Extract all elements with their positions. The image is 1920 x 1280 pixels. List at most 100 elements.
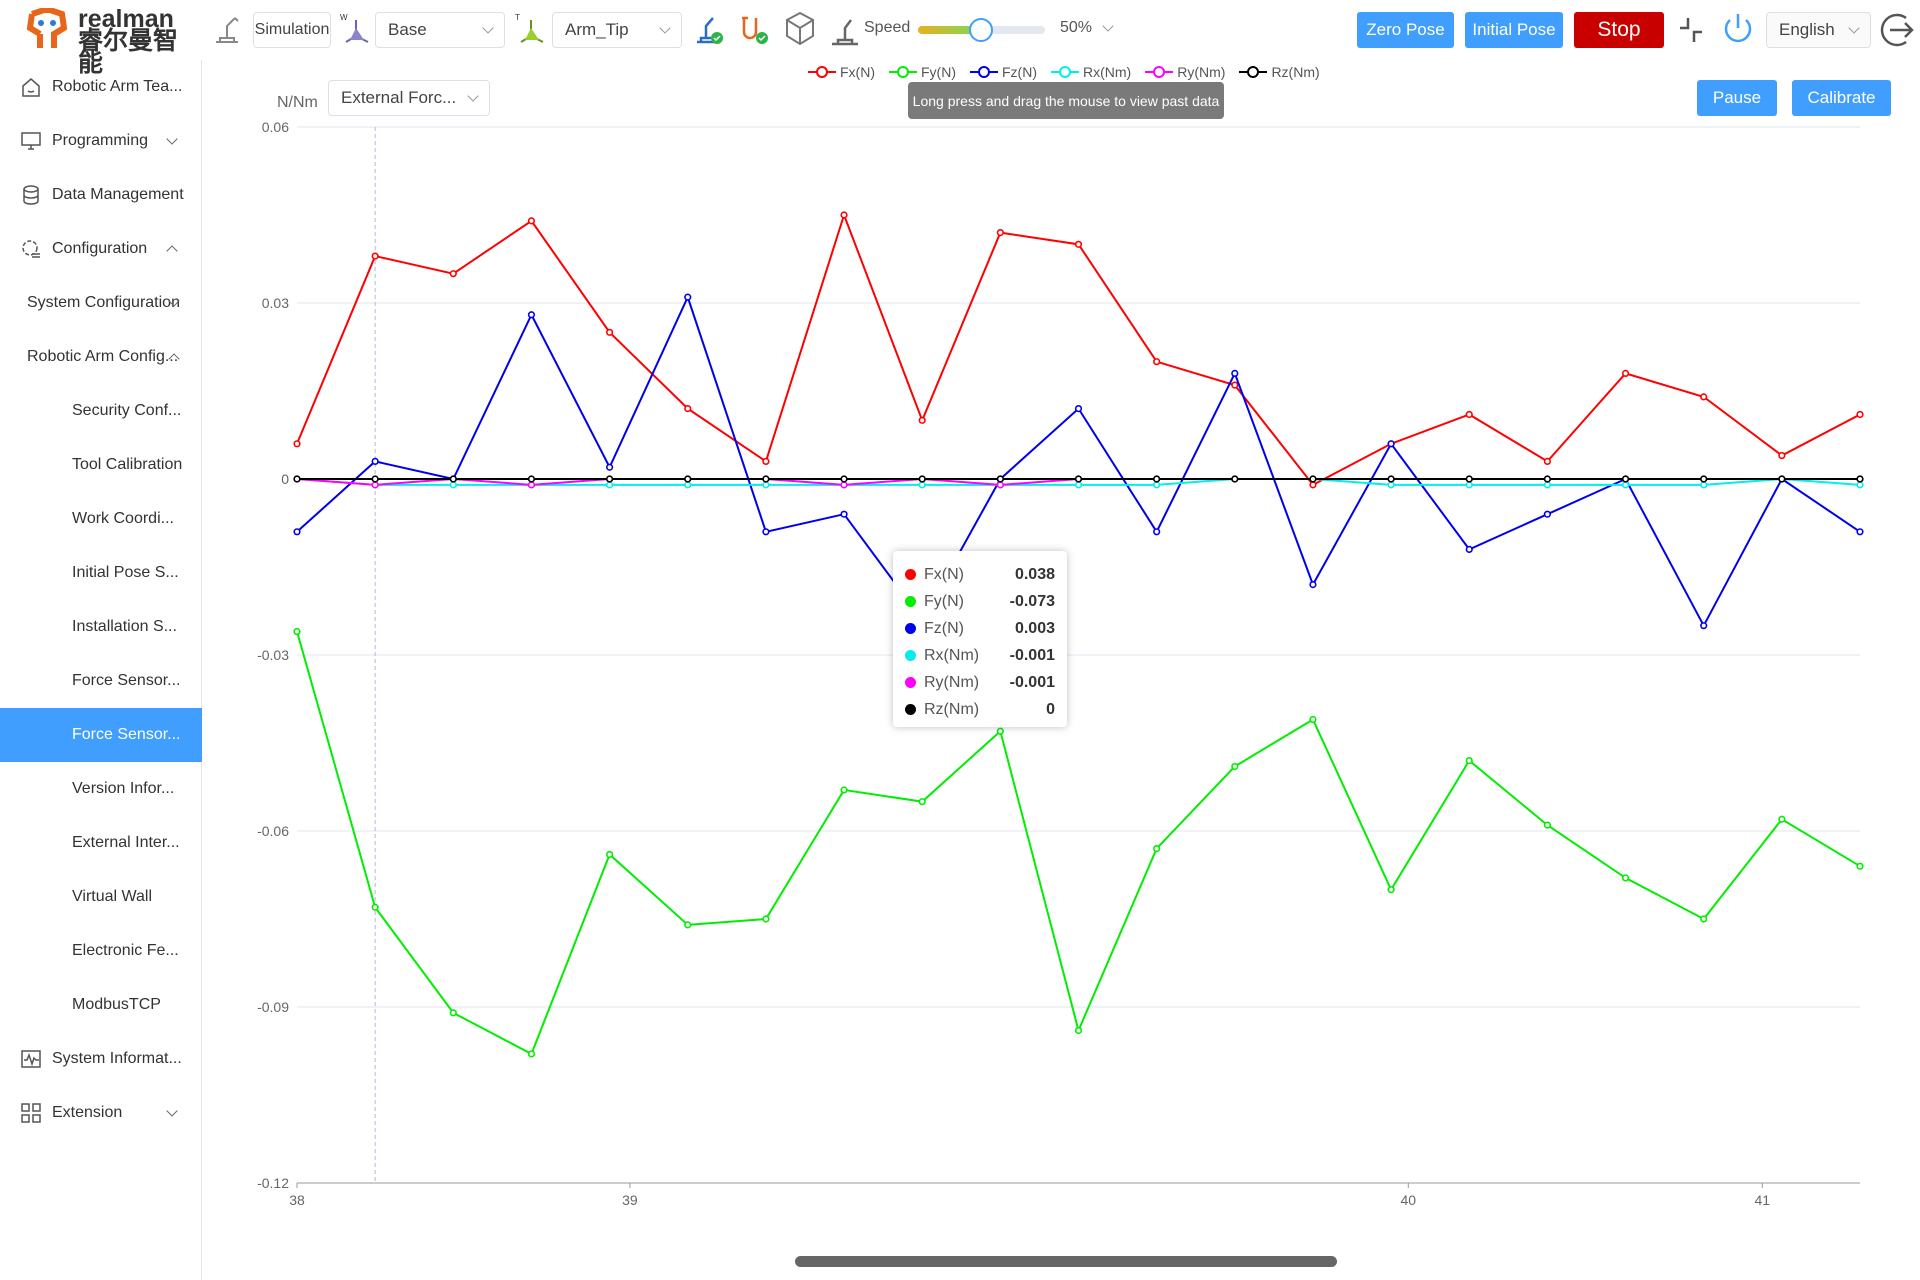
data-point — [1153, 844, 1161, 853]
data-point — [1074, 1026, 1083, 1035]
horizontal-scrollbar[interactable] — [795, 1256, 1337, 1267]
data-point — [293, 627, 301, 636]
data-point — [840, 211, 848, 219]
data-point — [371, 457, 379, 466]
y-tick-label: 0.03 — [262, 295, 289, 311]
tooltip-series-value: -0.001 — [1009, 673, 1055, 691]
y-tick-label: -0.12 — [257, 1175, 289, 1191]
x-tick-label: 38 — [289, 1192, 305, 1208]
data-point — [1074, 240, 1083, 248]
y-tick-label: 0.06 — [262, 119, 289, 135]
data-point — [1465, 475, 1473, 483]
data-point — [605, 328, 614, 336]
data-point — [1700, 481, 1708, 489]
data-point — [1309, 481, 1317, 489]
data-point — [293, 440, 301, 448]
data-point — [762, 915, 770, 923]
data-point — [293, 528, 301, 536]
data-point — [371, 475, 379, 483]
data-point — [1856, 475, 1864, 483]
data-point — [293, 475, 301, 483]
data-point — [996, 475, 1004, 483]
data-point — [1231, 475, 1239, 483]
data-point — [1465, 545, 1473, 554]
data-point — [1309, 580, 1317, 589]
data-point — [918, 481, 926, 489]
data-point — [918, 475, 926, 483]
y-tick-label: 0 — [281, 471, 289, 487]
data-point — [840, 786, 848, 794]
tooltip-series-value: 0.038 — [1014, 565, 1055, 583]
data-point — [762, 528, 770, 536]
data-point — [1231, 381, 1239, 389]
data-point — [1856, 410, 1864, 419]
tooltip-row: Ry(Nm) -0.001 — [905, 669, 1055, 696]
data-point — [1465, 410, 1473, 419]
tooltip-series-name: Rx(Nm) — [924, 646, 980, 664]
data-point — [1543, 457, 1551, 466]
x-tick-label: 41 — [1755, 1192, 1771, 1208]
data-point — [1387, 886, 1395, 894]
data-point — [684, 475, 692, 483]
data-point — [918, 416, 926, 424]
tooltip-series-name: Fy(N) — [924, 592, 964, 610]
data-point — [527, 481, 536, 489]
data-point — [1309, 715, 1317, 724]
tooltip-row: Fy(N) -0.073 — [905, 588, 1055, 615]
tooltip-series-name: Rz(Nm) — [924, 700, 980, 718]
data-point — [371, 903, 379, 911]
drag-hint-text: Long press and drag the mouse to view pa… — [912, 92, 1220, 109]
series-dot-icon — [905, 704, 916, 715]
data-point — [918, 798, 926, 806]
series-dot-icon — [905, 596, 916, 607]
data-point — [449, 481, 457, 489]
data-point — [1856, 862, 1864, 870]
tooltip-series-value: -0.001 — [1009, 646, 1055, 664]
data-point — [1543, 481, 1551, 489]
data-point — [1621, 369, 1630, 378]
data-point — [1074, 475, 1083, 483]
data-point — [1153, 475, 1161, 483]
tooltip-row: Rx(Nm) -0.001 — [905, 642, 1055, 669]
data-point — [1387, 475, 1395, 483]
y-tick-label: -0.03 — [257, 647, 289, 663]
data-point — [1387, 481, 1395, 489]
data-point — [840, 481, 848, 489]
series-line-Fx(N) — [296, 211, 1861, 487]
data-point — [1621, 475, 1630, 483]
data-point — [1465, 756, 1473, 765]
tooltip-row: Fz(N) 0.003 — [905, 615, 1055, 642]
x-tick-label: 39 — [622, 1192, 638, 1208]
tooltip-row: Fx(N) 0.038 — [905, 561, 1055, 588]
data-point — [1543, 510, 1551, 518]
tooltip-series-value: 0.003 — [1014, 619, 1055, 637]
data-point — [1465, 481, 1473, 489]
data-point — [1856, 481, 1864, 489]
x-tick-label: 40 — [1401, 1192, 1417, 1208]
data-point — [527, 1050, 536, 1058]
data-point — [1543, 475, 1551, 483]
tooltip-series-value: -0.073 — [1009, 592, 1055, 610]
series-dot-icon — [905, 650, 916, 661]
data-point — [1778, 451, 1786, 460]
data-point — [1778, 815, 1786, 823]
data-point — [1387, 440, 1395, 448]
data-point — [371, 252, 379, 260]
data-point — [762, 475, 770, 483]
data-point — [1153, 481, 1161, 489]
data-point — [1778, 475, 1786, 483]
data-point — [449, 475, 457, 483]
data-point — [605, 463, 614, 471]
data-point — [1700, 622, 1708, 630]
drag-hint-tooltip: Long press and drag the mouse to view pa… — [908, 82, 1224, 119]
tooltip-series-value: 0 — [1046, 700, 1055, 718]
data-point — [684, 405, 692, 413]
data-point — [527, 475, 536, 483]
data-point — [605, 475, 614, 483]
data-point — [684, 481, 692, 489]
data-point — [371, 481, 379, 489]
data-point — [1153, 528, 1161, 536]
data-point — [1621, 481, 1630, 489]
data-point — [1700, 475, 1708, 483]
data-point — [996, 229, 1004, 237]
